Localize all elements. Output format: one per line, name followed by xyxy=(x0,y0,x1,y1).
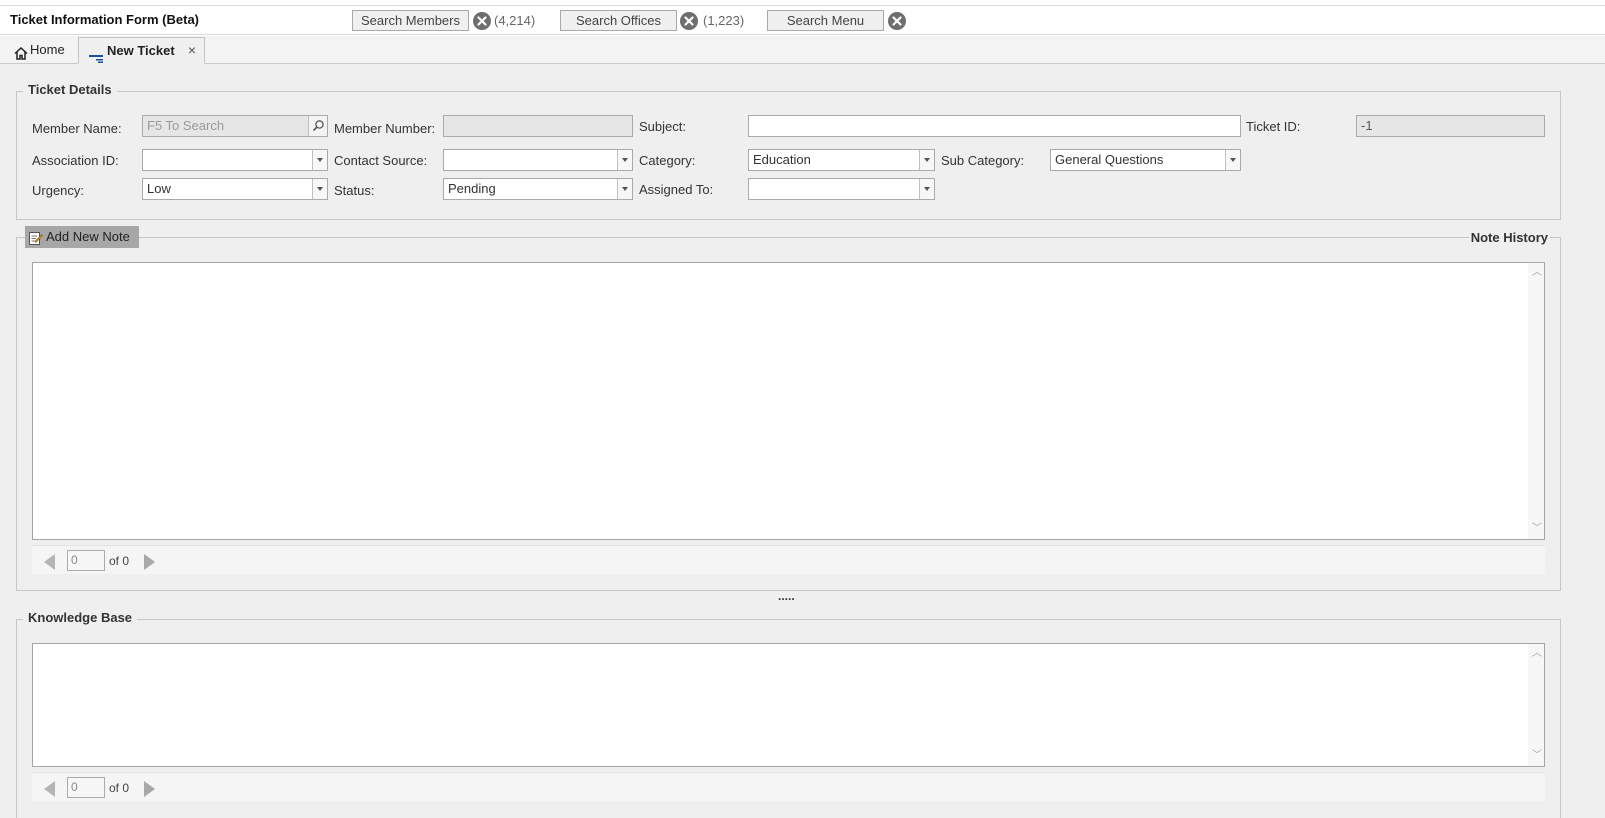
chevron-down-icon[interactable] xyxy=(617,179,632,199)
note-history-scrollbar[interactable]: ︿ ﹀ xyxy=(1528,263,1544,539)
status-value: Pending xyxy=(448,181,496,196)
urgency-label: Urgency: xyxy=(32,183,85,198)
member-number-field[interactable] xyxy=(443,115,633,137)
note-history-list[interactable]: ︿ ﹀ xyxy=(32,262,1545,540)
subject-label: Subject: xyxy=(639,119,686,134)
urgency-select[interactable]: Low xyxy=(142,178,328,200)
note-page-count: of 0 xyxy=(109,554,130,568)
clear-members-icon[interactable] xyxy=(473,12,491,30)
chevron-down-icon[interactable] xyxy=(1225,150,1240,170)
offices-count: (1,223) xyxy=(703,13,745,28)
close-tab-icon[interactable]: × xyxy=(188,38,196,63)
top-toolbar: Ticket Information Form (Beta) Search Me… xyxy=(0,5,1605,35)
assigned-to-select[interactable] xyxy=(748,178,935,200)
subject-field[interactable] xyxy=(748,115,1241,137)
tab-new-ticket[interactable]: New Ticket × xyxy=(78,37,205,64)
status-select[interactable]: Pending xyxy=(443,178,633,200)
chevron-down-icon[interactable] xyxy=(919,179,934,199)
next-page-icon[interactable] xyxy=(144,781,155,797)
contact-source-select[interactable] xyxy=(443,149,633,171)
splitter-handle[interactable]: ..... xyxy=(778,590,795,602)
note-history-pager: 0 of 0 xyxy=(32,545,1545,574)
clear-offices-icon[interactable] xyxy=(680,12,698,30)
next-page-icon[interactable] xyxy=(144,554,155,570)
members-count: (4,214) xyxy=(494,13,536,28)
member-number-label: Member Number: xyxy=(334,121,436,136)
sub-category-label: Sub Category: xyxy=(941,153,1025,168)
chevron-down-icon[interactable] xyxy=(312,150,327,170)
main-panel: Ticket Details Member Name: F5 To Search… xyxy=(0,64,1605,818)
scroll-up-icon[interactable]: ︿ xyxy=(1532,649,1542,659)
knowledge-base-pager: 0 of 0 xyxy=(32,772,1545,801)
tab-strip: Home New Ticket × xyxy=(0,36,1605,64)
sub-category-value: General Questions xyxy=(1055,152,1164,167)
add-new-note-button[interactable]: Add New Note xyxy=(25,226,139,248)
contact-source-label: Contact Source: xyxy=(334,153,428,168)
scroll-up-icon[interactable]: ︿ xyxy=(1532,268,1542,278)
association-id-label: Association ID: xyxy=(32,153,119,168)
search-menu-button[interactable]: Search Menu xyxy=(767,10,884,31)
kb-page-count: of 0 xyxy=(109,781,130,795)
previous-page-icon[interactable] xyxy=(44,781,55,797)
scroll-down-icon[interactable]: ﹀ xyxy=(1532,524,1542,534)
status-label: Status: xyxy=(334,183,375,198)
tab-home[interactable]: Home xyxy=(8,37,78,64)
kb-page-input[interactable]: 0 xyxy=(67,777,105,798)
knowledge-base-scrollbar[interactable]: ︿ ﹀ xyxy=(1528,644,1544,766)
ticket-id-label: Ticket ID: xyxy=(1246,119,1301,134)
knowledge-base-legend: Knowledge Base xyxy=(23,610,138,625)
member-name-label: Member Name: xyxy=(32,121,122,136)
search-members-button[interactable]: Search Members xyxy=(352,10,469,31)
app-title: Ticket Information Form (Beta) xyxy=(10,12,200,27)
assigned-to-label: Assigned To: xyxy=(639,182,714,197)
note-history-label: Note History xyxy=(1468,230,1550,245)
search-icon[interactable] xyxy=(308,116,327,136)
member-name-field[interactable]: F5 To Search xyxy=(142,115,328,137)
clear-menu-icon[interactable] xyxy=(888,12,906,30)
sub-category-select[interactable]: General Questions xyxy=(1050,149,1241,171)
previous-page-icon[interactable] xyxy=(44,554,55,570)
knowledge-base-list[interactable]: ︿ ﹀ xyxy=(32,643,1545,767)
search-offices-button[interactable]: Search Offices xyxy=(560,10,677,31)
member-name-placeholder: F5 To Search xyxy=(147,118,225,133)
category-label: Category: xyxy=(639,153,696,168)
ticket-details-legend: Ticket Details xyxy=(23,82,117,97)
chevron-down-icon[interactable] xyxy=(617,150,632,170)
urgency-value: Low xyxy=(147,181,171,196)
tab-new-ticket-label: New Ticket xyxy=(107,43,175,58)
association-id-select[interactable] xyxy=(142,149,328,171)
add-new-note-label: Add New Note xyxy=(46,229,130,244)
chevron-down-icon[interactable] xyxy=(312,179,327,199)
ticket-id-field[interactable]: -1 xyxy=(1356,115,1545,137)
tab-home-label: Home xyxy=(30,42,65,57)
chevron-down-icon[interactable] xyxy=(919,150,934,170)
category-value: Education xyxy=(753,152,811,167)
category-select[interactable]: Education xyxy=(748,149,935,171)
scroll-down-icon[interactable]: ﹀ xyxy=(1532,751,1542,761)
edit-note-icon xyxy=(29,230,43,251)
note-page-input[interactable]: 0 xyxy=(67,550,105,571)
